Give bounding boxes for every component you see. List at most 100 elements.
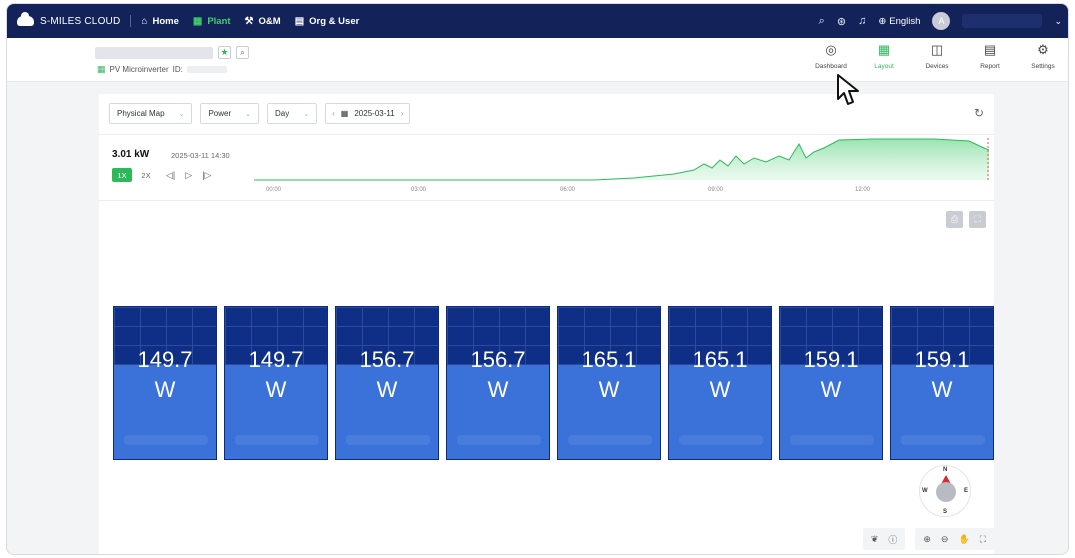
speed-1x-button[interactable]: 1X <box>112 168 132 182</box>
app-window: S-MILES CLOUD ⌂ Home ▦ Plant ⚒ O&M ▤ Org… <box>6 3 1069 555</box>
period-select[interactable]: Day ⌄ <box>267 103 318 124</box>
solar-panel[interactable]: 165.1 W <box>557 306 661 460</box>
tick-label: 06:00 <box>560 187 576 193</box>
play-icon[interactable]: ▷ <box>185 170 192 181</box>
nav-item-org-user[interactable]: ▤ Org & User <box>295 16 360 27</box>
panel-array: 149.7 W 149.7 W 156.7 W 156.7 W 165.1 W 165.1… <box>113 306 994 460</box>
brand[interactable]: S-MILES CLOUD <box>7 12 121 27</box>
panel-glare <box>235 435 319 445</box>
compass[interactable]: N E S W <box>919 465 971 517</box>
devices-icon: ◫ <box>930 42 944 57</box>
step-back-icon[interactable]: ◁| <box>166 170 175 181</box>
search-icon[interactable]: ⌕ <box>819 15 825 28</box>
chevron-down-icon: ⌄ <box>245 110 252 118</box>
view-toggle-buttons: ⎙ ⛶ <box>946 211 986 228</box>
nav-item-label: O&M <box>258 15 281 27</box>
panel-glare <box>790 435 874 445</box>
speed-2x-button[interactable]: 2X <box>136 168 156 182</box>
compass-north: N <box>943 467 948 473</box>
info-icon[interactable]: ⓘ <box>888 533 897 546</box>
home-icon: ⌂ <box>141 15 148 27</box>
tab-report[interactable]: ▤ Report <box>965 42 1015 70</box>
solar-panel[interactable]: 156.7 W <box>335 306 439 460</box>
microinverter-icon: ▦ <box>97 64 106 74</box>
tab-dashboard[interactable]: ◎ Dashboard <box>806 42 856 70</box>
fit-view-icon[interactable]: ⛶ <box>980 534 986 545</box>
tick-label: 00:00 <box>266 187 282 193</box>
nav-item-om[interactable]: ⚒ O&M <box>245 16 281 27</box>
fullscreen-icon[interactable]: ⛶ <box>969 211 986 228</box>
nav-item-home[interactable]: ⌂ Home <box>141 16 178 27</box>
layout-card: Physical Map ⌄ Power ⌄ Day ⌄ ‹ ▦ 2025-03… <box>99 94 994 554</box>
panel-power-unit: W <box>376 377 398 402</box>
plant-header: ★ ⌕ ▦ PV Microinverter ID: ◎ Dashboard ▦… <box>7 38 1068 82</box>
zoom-in-icon[interactable]: ⊕ <box>923 534 931 545</box>
plant-tabs: ◎ Dashboard ▦ Layout ◫ Devices ▤ Report … <box>803 42 1068 70</box>
language-switcher[interactable]: ⊕ English <box>878 16 920 27</box>
hand-pan-icon[interactable]: ✋ <box>958 534 969 545</box>
step-forward-icon[interactable]: |▷ <box>202 170 211 181</box>
solar-panel[interactable]: 165.1 W <box>668 306 772 460</box>
plant-name-redacted <box>95 47 213 59</box>
date-picker[interactable]: ‹ ▦ 2025-03-11 › <box>325 103 411 124</box>
metric-select-value: Power <box>208 109 232 118</box>
map-tools: ❦ ⓘ ⊕ ⊖ ✋ ⛶ <box>862 528 994 550</box>
user-name-redacted[interactable] <box>962 14 1043 28</box>
cloud-logo-icon <box>17 12 34 26</box>
solar-panel[interactable]: 149.7 W <box>113 306 217 460</box>
solar-panel[interactable]: 159.1 W <box>890 306 994 460</box>
language-label: English <box>889 15 921 27</box>
prev-date-icon[interactable]: ‹ <box>332 109 335 118</box>
compass-east: E <box>964 488 969 494</box>
panel-power-unit: W <box>709 377 731 402</box>
favorite-star-icon[interactable]: ★ <box>218 46 231 59</box>
panel-glare <box>901 435 985 445</box>
tab-label: Dashboard <box>815 63 847 70</box>
refresh-icon[interactable]: ↻ <box>974 106 984 120</box>
bell-icon[interactable]: ♫ <box>858 15 866 27</box>
solar-panel[interactable]: 159.1 W <box>779 306 883 460</box>
mouse-pointer-icon <box>837 74 859 105</box>
panel-glare <box>679 435 763 445</box>
panel-glare <box>124 435 208 445</box>
power-timeline-chart[interactable] <box>254 134 989 192</box>
power-area <box>254 139 989 180</box>
tab-devices[interactable]: ◫ Devices <box>912 42 962 70</box>
view-select[interactable]: Physical Map ⌄ <box>109 103 193 124</box>
tab-layout[interactable]: ▦ Layout <box>859 42 909 70</box>
report-icon: ▤ <box>983 42 997 57</box>
panel-power-unit: W <box>154 377 176 402</box>
leaf-icon[interactable]: ❦ <box>871 534 879 545</box>
tab-label: Report <box>980 63 1000 70</box>
panel-power-value: 159.1 <box>803 347 859 372</box>
brand-name: S-MILES CLOUD <box>40 15 121 27</box>
period-select-value: Day <box>275 109 290 118</box>
chevron-down-icon[interactable]: ⌄ <box>1054 16 1062 27</box>
wrench-icon: ⚒ <box>244 15 254 27</box>
help-icon[interactable]: ⊛ <box>837 15 846 28</box>
nav-item-plant[interactable]: ▦ Plant <box>193 16 231 27</box>
avatar[interactable]: A <box>932 12 951 30</box>
panel-glare <box>457 435 541 445</box>
tab-label: Devices <box>925 63 949 70</box>
screenshot-icon[interactable]: ⎙ <box>946 211 963 228</box>
tab-settings[interactable]: ⚙ Settings <box>1018 42 1068 70</box>
nav-item-label: Home <box>152 15 179 27</box>
solar-panel[interactable]: 156.7 W <box>446 306 550 460</box>
panel-power-unit: W <box>487 377 509 402</box>
zoom-out-icon[interactable]: ⊖ <box>941 534 949 545</box>
solar-panel[interactable]: 149.7 W <box>224 306 328 460</box>
timeline-axis: 00:00 03:00 06:00 09:00 12:00 <box>99 187 994 197</box>
view-select-value: Physical Map <box>117 109 165 118</box>
date-value: 2025-03-11 <box>354 109 395 118</box>
panel-power-value: 149.7 <box>248 347 304 372</box>
tab-label: Settings <box>1031 63 1055 70</box>
plant-id-redacted <box>186 66 227 73</box>
current-power: 3.01 kW <box>112 149 150 160</box>
next-date-icon[interactable]: › <box>401 109 404 118</box>
plant-type: PV Microinverter <box>109 65 169 74</box>
metric-select[interactable]: Power ⌄ <box>200 103 260 124</box>
panel-power-value: 159.1 <box>914 347 970 372</box>
panel-power-unit: W <box>931 377 953 402</box>
plant-search-icon[interactable]: ⌕ <box>236 46 249 59</box>
